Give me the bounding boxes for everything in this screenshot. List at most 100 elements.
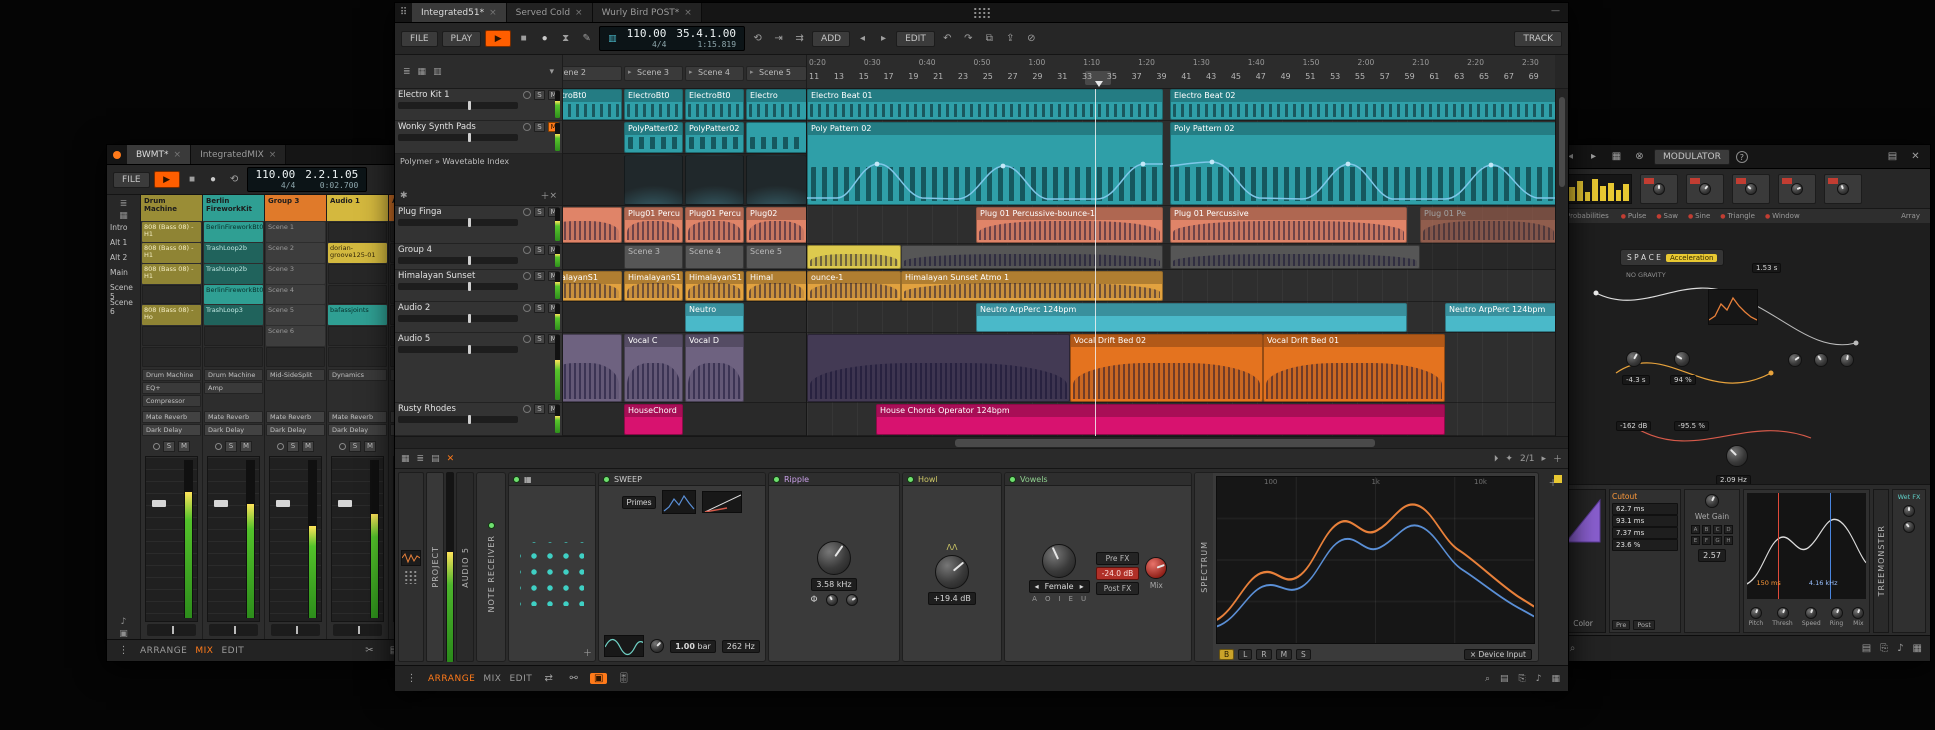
fader-handle[interactable] xyxy=(338,500,352,507)
solo-button[interactable]: S xyxy=(534,334,545,344)
window-menu-icon[interactable]: ⠿ xyxy=(395,7,412,18)
tab-project[interactable]: PROJECT xyxy=(426,472,444,662)
position-value[interactable]: 35.4.1.00 xyxy=(676,28,736,40)
clip-slot[interactable]: 808 (Bass 08) - Ho xyxy=(142,305,201,325)
track-volume-fader[interactable] xyxy=(398,257,518,264)
clip-slot[interactable] xyxy=(142,326,201,346)
track-volume-fader[interactable] xyxy=(398,346,518,353)
knob[interactable] xyxy=(1653,183,1665,195)
frequency-knob[interactable] xyxy=(817,541,851,575)
launcher-clip[interactable] xyxy=(746,122,807,153)
launcher-clip[interactable]: Vocal C xyxy=(624,334,683,402)
undo-icon[interactable]: ↶ xyxy=(939,33,956,44)
arranger-clip[interactable]: Vocal Drift Bed 01 xyxy=(1263,334,1445,402)
lfo-rate-value[interactable]: 1.00 xyxy=(675,642,695,651)
launcher-clip[interactable] xyxy=(563,207,622,243)
knob[interactable] xyxy=(1777,607,1789,619)
pad-button[interactable]: A xyxy=(1691,525,1700,534)
delete-icon[interactable]: ⊗ xyxy=(1631,151,1648,162)
chevron-down-icon[interactable]: ▾ xyxy=(549,67,554,77)
pan-control[interactable] xyxy=(333,624,382,636)
post-toggle[interactable]: Post xyxy=(1633,620,1655,630)
clip-slot[interactable]: TrashLoop2b xyxy=(204,243,263,263)
clip-slot[interactable]: Scene 2 xyxy=(266,243,325,263)
pad-button[interactable]: G xyxy=(1713,536,1722,545)
automation-parameter-title[interactable]: Polymer » Wavetable Index xyxy=(400,157,557,166)
volume-fader[interactable] xyxy=(207,456,260,622)
close-icon[interactable]: × xyxy=(575,8,583,18)
vowel-letter[interactable]: I xyxy=(1058,595,1060,603)
oscillator-label[interactable]: Saw xyxy=(1656,212,1678,220)
arranger-clip[interactable] xyxy=(807,334,1070,402)
mix-knob[interactable] xyxy=(1145,557,1167,579)
launcher-clip[interactable]: Electro xyxy=(746,89,807,120)
clipboard-icon[interactable]: ⎘ xyxy=(1519,674,1526,684)
parameter-value[interactable]: -162 dB xyxy=(1616,421,1651,431)
grid-icon[interactable]: ▦ xyxy=(1551,674,1560,684)
duplicate-icon[interactable]: ⧉ xyxy=(981,33,998,44)
close-icon[interactable]: × xyxy=(269,150,277,160)
module-window[interactable] xyxy=(1824,174,1862,204)
device-item[interactable]: Drum Machine xyxy=(142,369,201,381)
device-item[interactable]: Mid-SideSplit xyxy=(266,369,325,381)
launcher-clip[interactable]: ElectroBt0 xyxy=(685,89,744,120)
pan-control[interactable] xyxy=(209,624,258,636)
vowel-letter[interactable]: E xyxy=(1069,595,1073,603)
track-button[interactable]: TRACK xyxy=(1514,31,1562,47)
labeled-knob[interactable]: Mix xyxy=(1852,607,1864,627)
launcher-clip[interactable]: Neutro xyxy=(685,303,744,332)
track-name[interactable]: Himalayan Sunset xyxy=(398,271,520,281)
primes-button[interactable]: Primes xyxy=(622,496,657,509)
add-button[interactable]: ADD xyxy=(812,31,850,47)
groove-icon[interactable]: ▥ xyxy=(608,34,617,44)
labeled-knob[interactable]: Thresh xyxy=(1772,607,1792,627)
wet-gain-knob[interactable] xyxy=(1705,494,1719,508)
knob[interactable] xyxy=(1791,183,1803,195)
close-lane-icon[interactable]: × xyxy=(549,191,557,201)
star-icon[interactable]: ✱ xyxy=(400,191,408,201)
parameter-value[interactable]: -4.3 s xyxy=(1622,375,1650,385)
track-name[interactable]: Audio 5 xyxy=(398,334,520,344)
panel-icon[interactable]: ▤ xyxy=(1884,151,1901,162)
solo-button[interactable]: S xyxy=(534,271,545,281)
clip-slot[interactable] xyxy=(328,264,387,284)
parameter-value[interactable]: -95.5 % xyxy=(1674,421,1709,431)
track-header[interactable]: Plug Finga S M xyxy=(395,206,562,244)
clip-slot[interactable]: Scene 1 xyxy=(266,222,325,242)
knob[interactable] xyxy=(1626,351,1642,367)
edit-view-button[interactable]: EDIT xyxy=(221,646,244,656)
send-item[interactable]: Mate Reverb xyxy=(204,411,263,423)
scene-header[interactable]: Scene 3 xyxy=(624,66,683,81)
snap-icon[interactable]: ✦ xyxy=(1505,454,1513,464)
pad-button[interactable]: B xyxy=(1702,525,1711,534)
scissors-icon[interactable]: ✂ xyxy=(361,645,378,656)
knob[interactable] xyxy=(826,594,838,606)
pad-grid-display[interactable] xyxy=(520,542,584,606)
tab-integratedmix[interactable]: IntegratedMIX × xyxy=(191,145,286,164)
arranger-clip[interactable]: Plug 01 Percussive-bounce-1 xyxy=(976,207,1163,243)
launcher-clip[interactable] xyxy=(563,334,622,402)
arranger-timeline[interactable]: Electro Beat 01Electro Beat 02Poly Patte… xyxy=(807,89,1555,436)
channel-name[interactable]: Audio 1 xyxy=(327,195,388,221)
minimize-icon[interactable]: — xyxy=(1551,6,1560,16)
arm-button[interactable] xyxy=(523,208,531,216)
parameter-value[interactable]: 2.09 Hz xyxy=(1716,475,1751,485)
spectrum-name-tab[interactable]: SPECTRUM xyxy=(1195,473,1213,661)
scene-name[interactable]: Scene 6 xyxy=(107,298,140,313)
io-routing-icon[interactable]: ▥ xyxy=(433,67,442,77)
add-icon[interactable]: ＋ xyxy=(1553,452,1562,465)
pad-button[interactable]: D xyxy=(1724,525,1733,534)
pad-button[interactable]: C xyxy=(1713,525,1722,534)
device-item[interactable]: Compressor xyxy=(142,395,201,407)
parameter-value[interactable]: 1.53 s xyxy=(1752,263,1781,273)
solo-button[interactable]: S xyxy=(534,303,545,313)
close-icon[interactable]: ✕ xyxy=(1907,151,1924,162)
clip-slot[interactable]: TrashLoop3 xyxy=(204,305,263,325)
probabilities-display[interactable] xyxy=(1566,174,1632,204)
position-value[interactable]: 2.2.1.05 xyxy=(305,169,358,181)
arranger-clip[interactable]: Neutro ArpPerc 124bpm xyxy=(976,303,1407,332)
module-pulse[interactable] xyxy=(1640,174,1678,204)
value-readout[interactable]: 2.57 xyxy=(1698,549,1726,562)
knob[interactable] xyxy=(1840,353,1854,367)
launcher-clip[interactable]: Plug02 xyxy=(746,207,807,243)
